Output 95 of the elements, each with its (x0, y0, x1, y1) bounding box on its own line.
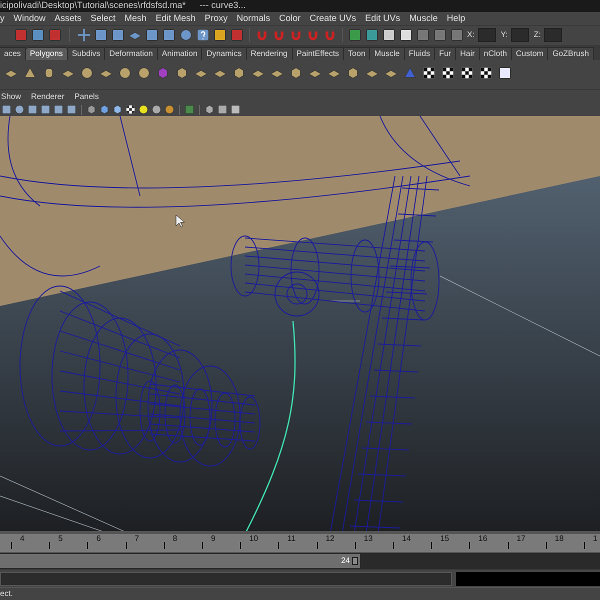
coordinate-field[interactable] (544, 28, 562, 42)
shelf-tab[interactable]: Animation (158, 46, 202, 60)
menu-item[interactable]: Create UVs (310, 12, 356, 26)
frame-number: 6 (96, 534, 101, 544)
frame-number: 4 (20, 534, 24, 544)
cube-icon[interactable] (99, 104, 110, 116)
coordinate-label: X: (467, 29, 475, 42)
menu-item[interactable]: Window (14, 12, 46, 26)
checker-icon[interactable] (460, 66, 474, 80)
menu-item[interactable]: Assets (54, 12, 82, 26)
frame-number: 14 (402, 534, 411, 544)
cube-icon[interactable] (86, 104, 97, 116)
panel-menu-item[interactable]: Show (1, 90, 22, 103)
checker-icon[interactable] (125, 104, 136, 116)
cube-icon[interactable] (204, 104, 215, 116)
frame-number: 7 (134, 534, 140, 544)
shelf-tab[interactable]: Rendering (246, 46, 292, 60)
shelf-tab[interactable]: Toon (344, 46, 370, 60)
panel-menu-item[interactable]: Panels (74, 90, 99, 103)
frame-number: 17 (516, 534, 526, 544)
cube-icon[interactable] (346, 66, 360, 80)
coordinate-field[interactable] (478, 28, 496, 42)
frame-number: 1 (593, 534, 598, 544)
cursor-icon (176, 215, 185, 228)
viewport[interactable] (0, 116, 600, 532)
frame-number: 9 (211, 534, 216, 544)
frame-number: 10 (249, 534, 258, 544)
window-title-suffix: --- curve3... (200, 0, 246, 12)
help-icon[interactable] (196, 28, 210, 42)
coordinate-label: Z: (534, 29, 541, 42)
menu-item[interactable]: Edit Mesh (156, 12, 196, 26)
shelf-tab[interactable]: Fur (435, 46, 456, 60)
range-handle[interactable] (352, 557, 358, 566)
tool-icon[interactable] (382, 28, 396, 42)
sphere-icon[interactable] (179, 28, 193, 42)
coordinate-field[interactable] (510, 28, 529, 42)
range-slider-fill[interactable] (0, 554, 360, 568)
sphere-icon[interactable] (80, 66, 94, 80)
checker-icon[interactable] (479, 66, 493, 80)
sphere-icon[interactable] (137, 66, 151, 80)
frame-number: 15 (440, 534, 450, 544)
shelf-tab[interactable]: Deformation (105, 46, 158, 60)
shelf-tab[interactable]: Dynamics (202, 46, 247, 60)
help-line-text: ect. (0, 588, 13, 600)
tool-icon[interactable] (498, 66, 512, 80)
cube-icon[interactable] (289, 66, 303, 80)
cylinder-icon[interactable] (42, 66, 56, 80)
frame-number: 11 (287, 534, 296, 544)
menu-item[interactable]: Mesh (124, 12, 147, 26)
sphere-icon[interactable] (138, 104, 149, 116)
shelf-tab[interactable]: Muscle (370, 46, 405, 60)
menu-item[interactable]: y (0, 12, 4, 26)
command-field[interactable] (0, 572, 452, 586)
range-end-label: 24 (341, 556, 350, 566)
checker-icon[interactable] (422, 66, 436, 80)
shelf-tab[interactable]: PaintEffects (292, 46, 344, 60)
window-title: icipolivadi\Desktop\Tutorial\scenes\rfdsfsd.ma* (0, 0, 186, 12)
pyramid-icon[interactable] (23, 66, 37, 80)
frame-number: 12 (326, 534, 334, 544)
shelf-tab[interactable]: Hair (456, 46, 480, 60)
sphere-icon[interactable] (164, 104, 175, 116)
shelf-tab[interactable]: Fluids (404, 46, 436, 60)
menu-item[interactable]: Select (90, 12, 116, 26)
tool-icon[interactable] (230, 104, 241, 116)
panel-menu-item[interactable]: Renderer (31, 90, 64, 103)
menu-item[interactable]: Proxy (204, 12, 228, 26)
sphere-icon[interactable] (151, 104, 162, 116)
tool-icon[interactable] (213, 28, 227, 42)
cube-icon[interactable] (175, 66, 189, 80)
checker-icon[interactable] (441, 66, 455, 80)
shelf-tab[interactable]: Polygons (26, 46, 68, 60)
frame-number: 18 (554, 534, 564, 544)
sphere-icon[interactable] (118, 66, 132, 80)
shelf-tab[interactable]: nCloth (480, 46, 512, 60)
shelf-tab[interactable]: aces (0, 46, 26, 60)
menu-item[interactable]: Muscle (409, 12, 438, 26)
shelf-tab[interactable]: GoZBrush (548, 46, 594, 60)
tool-icon[interactable] (399, 28, 413, 42)
frame-number: 13 (364, 534, 373, 544)
range-slider-track[interactable]: 24 (0, 552, 600, 570)
frame-number: 8 (172, 534, 178, 544)
menu-item[interactable]: Normals (236, 12, 270, 26)
shelf-tab[interactable]: Subdivs (68, 46, 106, 60)
menu-item[interactable]: Edit UVs (365, 12, 400, 26)
cube-icon[interactable] (112, 104, 123, 116)
sphere-icon[interactable] (14, 104, 25, 116)
shelf-tab[interactable]: Custom (512, 46, 548, 60)
frame-number: 16 (478, 534, 488, 544)
move-icon[interactable] (77, 28, 91, 42)
timeline-ruler[interactable]: 4 5 6 7 8 9 10 11 12 13 14 15 16 17 18 1 (0, 531, 600, 552)
cube-icon[interactable] (232, 66, 246, 80)
frame-number: 5 (58, 534, 63, 544)
menu-item[interactable]: Help (446, 12, 466, 26)
menu-item[interactable]: Color (279, 12, 301, 26)
coordinate-label: Y: (500, 29, 508, 42)
